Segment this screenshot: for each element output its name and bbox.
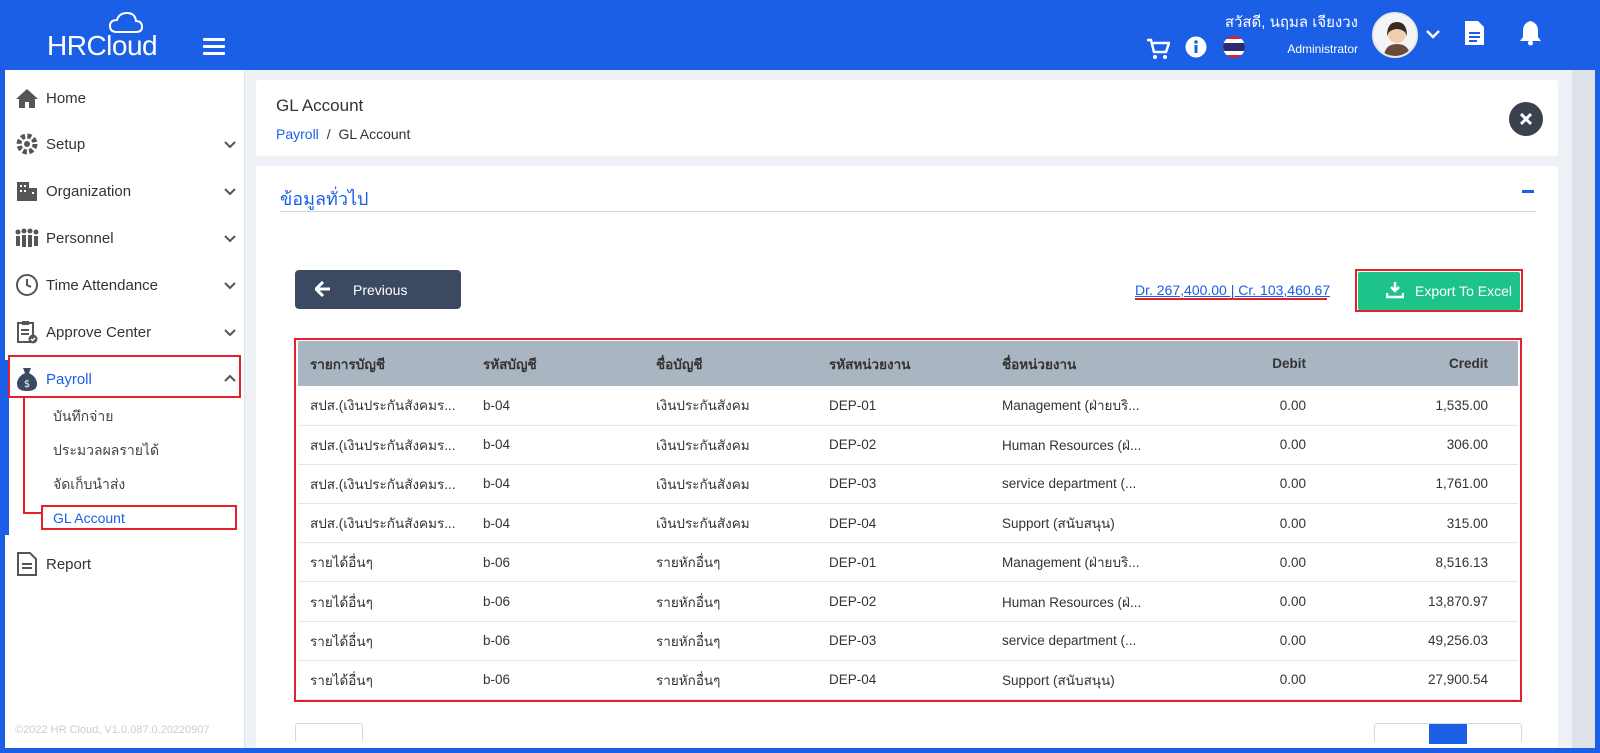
bell-icon[interactable] xyxy=(1519,20,1542,46)
page-title: GL Account xyxy=(276,96,364,115)
sidebar-item-label: Approve Center xyxy=(46,323,152,341)
document-icon[interactable] xyxy=(1464,20,1485,46)
collapse-icon[interactable] xyxy=(1522,190,1534,193)
sub-item-income-processing[interactable]: ประมวลผลรายได้ xyxy=(53,440,159,462)
clock-icon xyxy=(13,271,41,299)
scrollbar[interactable] xyxy=(1572,70,1595,748)
section-divider xyxy=(280,211,1536,212)
table-highlight xyxy=(294,338,1522,702)
sub-item-payment-record[interactable]: บันทึกจ่าย xyxy=(53,406,113,428)
sidebar-item-home[interactable]: Home xyxy=(5,78,245,118)
chevron-down-icon xyxy=(224,329,236,337)
chevron-down-icon xyxy=(224,188,236,196)
breadcrumb: Payroll / GL Account xyxy=(276,126,410,142)
menu-toggle-icon[interactable] xyxy=(203,38,225,56)
sidebar-item-label: Report xyxy=(46,555,92,573)
sidebar: Home Setup Organization Personnel Time A… xyxy=(5,70,245,748)
chevron-down-icon xyxy=(224,141,236,149)
gl-account-highlight xyxy=(41,505,237,530)
top-bar: HRCloud สวัสดี, นฤมล เจียงวง Administrat… xyxy=(5,0,1595,70)
section-title: ข้อมูลทั่วไป xyxy=(280,189,369,209)
sidebar-item-label: Home xyxy=(46,89,87,107)
sidebar-item-setup[interactable]: Setup xyxy=(5,124,245,164)
highlight-connector xyxy=(23,398,25,514)
sidebar-item-label: Setup xyxy=(46,135,86,153)
chevron-down-icon xyxy=(224,235,236,243)
chevron-down-icon[interactable] xyxy=(1426,29,1440,39)
breadcrumb-current: GL Account xyxy=(338,126,411,142)
gear-icon xyxy=(13,130,41,158)
sidebar-item-label: Time Attendance xyxy=(46,276,159,294)
page-size-select[interactable] xyxy=(295,723,363,743)
sidebar-item-approve-center[interactable]: Approve Center xyxy=(5,312,245,352)
thai-flag-icon[interactable] xyxy=(1222,35,1246,59)
avatar-image xyxy=(1374,14,1416,56)
arrow-left-icon xyxy=(315,281,330,297)
logo[interactable]: HRCloud xyxy=(47,10,167,62)
sidebar-item-time-attendance[interactable]: Time Attendance xyxy=(5,265,245,305)
sidebar-item-report[interactable]: Report xyxy=(5,544,245,584)
previous-label: Previous xyxy=(353,282,408,298)
page-header: GL Account Payroll / GL Account xyxy=(256,80,1558,156)
avatar[interactable] xyxy=(1372,12,1418,58)
sub-item-remittance[interactable]: จัดเก็บนำส่ง xyxy=(53,474,125,496)
clipboard-check-icon xyxy=(13,318,41,346)
breadcrumb-payroll[interactable]: Payroll xyxy=(276,126,319,142)
greeting: สวัสดี, นฤมล เจียงวง xyxy=(1224,14,1358,31)
pagination-active-page[interactable] xyxy=(1429,724,1467,744)
user-role: Administrator xyxy=(1287,42,1358,56)
sidebar-item-organization[interactable]: Organization xyxy=(5,171,245,211)
export-highlight xyxy=(1355,269,1523,312)
report-icon xyxy=(13,550,41,578)
payroll-highlight xyxy=(8,355,241,398)
home-icon xyxy=(13,84,41,112)
pagination[interactable] xyxy=(1374,723,1522,744)
sidebar-item-label: Organization xyxy=(46,182,132,200)
totals-highlight-underline xyxy=(1135,298,1327,300)
breadcrumb-separator: / xyxy=(326,126,331,142)
dr-cr-totals[interactable]: Dr. 267,400.00 | Cr. 103,460.67 xyxy=(1135,282,1330,298)
logo-text: HRCloud xyxy=(47,30,158,61)
copyright: ©2022 HR Cloud, V1.0.087.0.20220907 xyxy=(15,724,210,736)
close-button[interactable] xyxy=(1509,102,1543,136)
info-icon[interactable] xyxy=(1185,36,1207,58)
chevron-down-icon xyxy=(224,282,236,290)
sidebar-item-personnel[interactable]: Personnel xyxy=(5,218,245,258)
highlight-connector xyxy=(23,512,43,514)
close-icon xyxy=(1519,112,1533,126)
cart-icon[interactable] xyxy=(1146,38,1170,60)
sidebar-item-label: Personnel xyxy=(46,229,114,247)
app-frame: HRCloud สวัสดี, นฤมล เจียงวง Administrat… xyxy=(5,0,1595,748)
people-icon xyxy=(13,224,41,252)
previous-button[interactable]: Previous xyxy=(295,270,461,309)
general-info-section: ข้อมูลทั่วไป Previous Dr. 267,400.00 | C… xyxy=(256,166,1558,748)
building-icon xyxy=(13,177,41,205)
